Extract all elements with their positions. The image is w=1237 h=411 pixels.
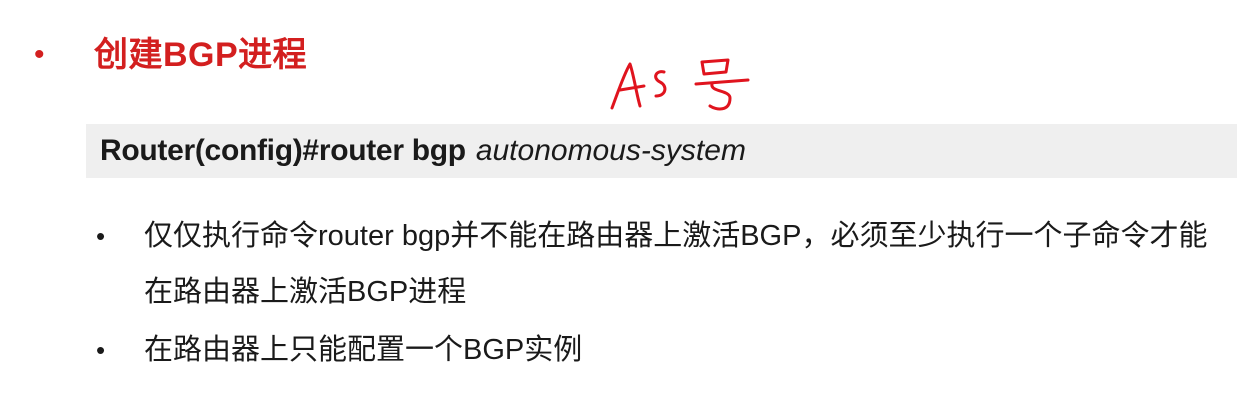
bullet-list: • 仅仅执行命令router bgp并不能在路由器上激活BGP，必须至少执行一个… <box>96 208 1216 378</box>
bullet-text: 在路由器上只能配置一个BGP实例 <box>144 334 583 366</box>
command-keyword: Router(config)#router bgp <box>100 134 466 167</box>
command-syntax-box: Router(config)#router bgp autonomous-sys… <box>86 124 1237 178</box>
title-bullet: • <box>34 38 45 71</box>
slide: • 创建BGP进程 Router(config)#router bgp auto… <box>0 0 1237 411</box>
bullet-item: • 在路由器上只能配置一个BGP实例 <box>96 322 1216 378</box>
bullet-dot: • <box>96 221 106 251</box>
slide-title-row: • 创建BGP进程 <box>30 38 307 72</box>
bullet-item: • 仅仅执行命令router bgp并不能在路由器上激活BGP，必须至少执行一个… <box>96 208 1216 320</box>
command-argument: autonomous-system <box>475 134 746 167</box>
bullet-dot: • <box>96 335 106 365</box>
slide-title: 创建BGP进程 <box>94 36 308 74</box>
bullet-text: 仅仅执行命令router bgp并不能在路由器上激活BGP，必须至少执行一个子命… <box>144 220 1208 308</box>
